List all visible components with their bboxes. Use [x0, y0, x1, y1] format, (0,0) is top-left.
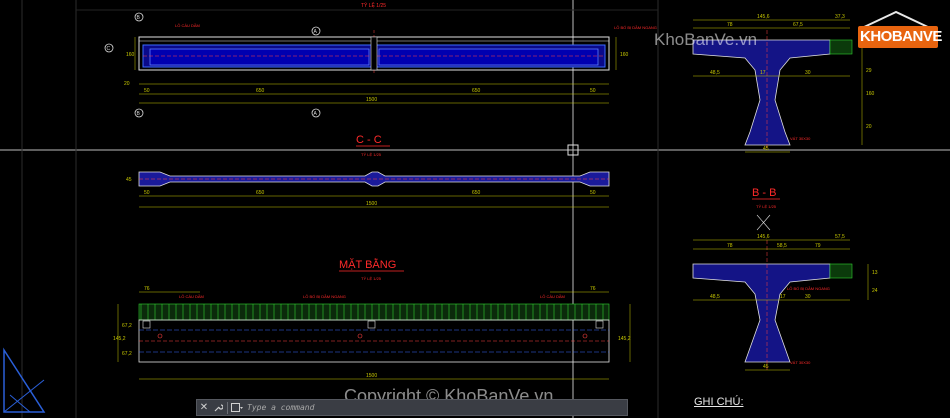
svg-text:57,5: 57,5 — [835, 234, 845, 240]
svg-text:20: 20 — [866, 124, 872, 130]
svg-text:A: A — [314, 29, 318, 35]
svg-text:50: 50 — [144, 88, 150, 94]
svg-text:LỖ CẨU DẦM: LỖ CẨU DẦM — [540, 294, 565, 299]
command-input[interactable] — [244, 400, 627, 415]
svg-text:1500: 1500 — [366, 97, 377, 103]
watermark-top: KhoBanVe.vn — [654, 30, 758, 49]
recent-commands-icon[interactable] — [230, 400, 244, 415]
command-bar-divider — [227, 401, 228, 414]
svg-text:78: 78 — [727, 243, 733, 249]
khobanve-logo: KHOBANVE — [852, 10, 942, 54]
svg-text:TỶ LỆ 1/25: TỶ LỆ 1/25 — [756, 204, 777, 209]
svg-text:79: 79 — [815, 243, 821, 249]
customize-wrench-icon[interactable] — [211, 400, 225, 415]
svg-text:VÁT 30X30: VÁT 30X30 — [790, 136, 811, 141]
svg-text:TỶ LỆ 1/25: TỶ LỆ 1/25 — [361, 152, 382, 157]
svg-text:160: 160 — [620, 52, 629, 58]
svg-text:45: 45 — [763, 364, 769, 370]
svg-text:B - B: B - B — [752, 187, 776, 199]
svg-text:LỖ CẨU DẦM: LỖ CẨU DẦM — [179, 294, 204, 299]
svg-text:30: 30 — [805, 294, 811, 300]
svg-text:C: C — [107, 46, 111, 52]
plan-view: MẶT BẰNG TỶ LỆ 1/25 LỖ CẨU DẦM LỖ BỐ BỊ … — [113, 258, 631, 380]
svg-text:650: 650 — [472, 190, 481, 196]
svg-text:67,5: 67,5 — [793, 22, 803, 28]
svg-text:C - C: C - C — [356, 134, 382, 146]
svg-text:LỖ CẨU DẦM: LỖ CẨU DẦM — [175, 23, 200, 28]
svg-text:76: 76 — [590, 286, 596, 292]
section-bb-view: B - B TỶ LỆ 1/25 145,6 78 58,5 79 57,5 4… — [692, 187, 878, 371]
svg-text:160: 160 — [866, 91, 875, 97]
svg-text:B: B — [137, 111, 141, 117]
svg-text:13: 13 — [872, 270, 878, 276]
svg-text:145,6: 145,6 — [757, 14, 770, 20]
ucs-icon — [3, 347, 46, 413]
cad-viewport[interactable]: TỶ LỆ 1/25 B C B A A LỖ CẨU DẦM LỖ BỐ BỊ… — [0, 0, 950, 418]
svg-text:67,2: 67,2 — [122, 351, 132, 357]
svg-text:LỖ BỐ BỊ DẦM NGANG: LỖ BỐ BỊ DẦM NGANG — [303, 294, 346, 299]
svg-text:145,2: 145,2 — [618, 336, 631, 342]
close-command-icon[interactable]: ✕ — [197, 400, 211, 415]
svg-text:67,2: 67,2 — [122, 323, 132, 329]
svg-text:145,2: 145,2 — [113, 336, 126, 342]
svg-text:A: A — [314, 111, 318, 117]
svg-text:24: 24 — [872, 288, 878, 294]
svg-text:37,3: 37,3 — [835, 14, 845, 20]
svg-text:B: B — [137, 15, 141, 21]
svg-text:VÁT 30X30: VÁT 30X30 — [790, 360, 811, 365]
svg-text:50: 50 — [144, 190, 150, 196]
svg-text:30: 30 — [805, 70, 811, 76]
svg-text:48,5: 48,5 — [710, 294, 720, 300]
ghi-chu-label: GHI CHÚ: — [694, 396, 744, 408]
section-cc-view: C - C TỶ LỆ 1/25 50 650 650 50 1500 45 — [126, 134, 610, 208]
svg-text:50: 50 — [590, 190, 596, 196]
command-bar: ✕ — [196, 399, 628, 416]
svg-text:MẶT BẰNG: MẶT BẰNG — [339, 258, 396, 271]
svg-text:TỶ LỆ 1/25: TỶ LỆ 1/25 — [361, 276, 382, 281]
svg-text:76: 76 — [144, 286, 150, 292]
svg-text:48,5: 48,5 — [710, 70, 720, 76]
svg-text:650: 650 — [256, 190, 265, 196]
svg-text:650: 650 — [256, 88, 265, 94]
svg-text:45: 45 — [763, 146, 769, 152]
svg-text:45: 45 — [126, 177, 132, 183]
svg-text:1500: 1500 — [366, 373, 377, 379]
svg-text:LỖ BỐ BỊ DẦM NGANG: LỖ BỐ BỊ DẦM NGANG — [614, 25, 657, 30]
svg-text:17: 17 — [760, 70, 766, 76]
svg-text:50: 50 — [590, 88, 596, 94]
svg-text:78: 78 — [727, 22, 733, 28]
svg-text:TỶ LỆ 1/25: TỶ LỆ 1/25 — [361, 1, 386, 9]
svg-text:20: 20 — [124, 81, 130, 87]
svg-text:58,5: 58,5 — [777, 243, 787, 249]
drawing-canvas[interactable]: TỶ LỆ 1/25 B C B A A LỖ CẨU DẦM LỖ BỐ BỊ… — [0, 0, 950, 418]
top-elevation-view: TỶ LỆ 1/25 B C B A A LỖ CẨU DẦM LỖ BỐ BỊ… — [104, 1, 657, 118]
svg-text:29: 29 — [866, 68, 872, 74]
svg-text:160: 160 — [126, 52, 135, 58]
svg-text:650: 650 — [472, 88, 481, 94]
svg-text:145,6: 145,6 — [757, 234, 770, 240]
svg-text:17: 17 — [780, 294, 786, 300]
svg-text:1500: 1500 — [366, 201, 377, 207]
svg-text:LỖ BỐ BỊ DẦM NGANG: LỖ BỐ BỊ DẦM NGANG — [787, 286, 830, 291]
